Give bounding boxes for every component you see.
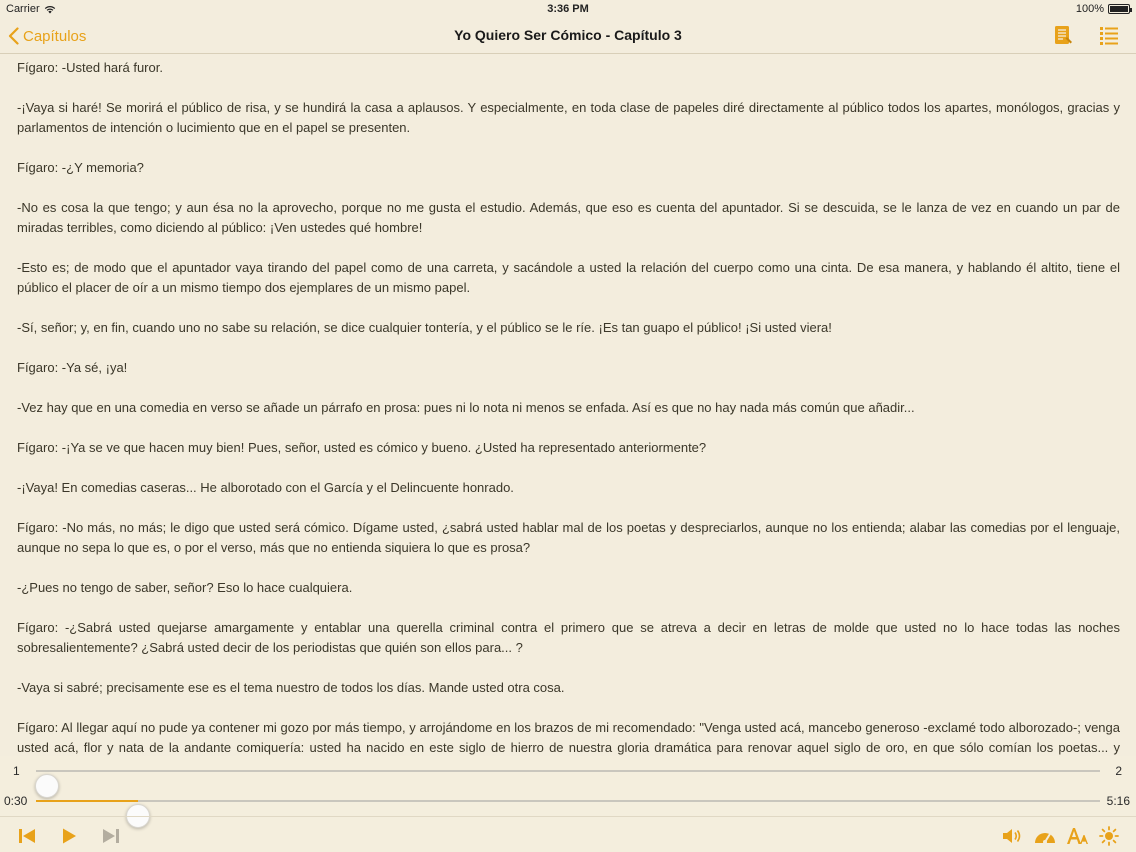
back-button[interactable]: Capítulos bbox=[8, 24, 86, 48]
page-current: 1 bbox=[13, 764, 20, 778]
skip-forward-icon bbox=[103, 829, 119, 843]
paragraph: Fígaro: -¿Y memoria? bbox=[17, 160, 144, 175]
carrier-label: Carrier bbox=[6, 3, 40, 15]
skip-back-icon bbox=[19, 829, 35, 843]
audio-progress-fill bbox=[36, 800, 139, 802]
battery-icon bbox=[1108, 4, 1132, 14]
paragraph: Fígaro: Al llegar aquí no pude ya conten… bbox=[17, 720, 1120, 755]
page-title: Yo Quiero Ser Cómico - Capítulo 3 bbox=[454, 27, 682, 43]
volume-button[interactable] bbox=[1002, 825, 1024, 847]
page-total: 2 bbox=[1115, 764, 1122, 778]
playback-buttons bbox=[16, 825, 122, 847]
back-button-label: Capítulos bbox=[23, 27, 87, 45]
nav-bar: Capítulos Yo Quiero Ser Cómico - Capítul… bbox=[0, 18, 1136, 54]
status-right: 100% bbox=[930, 3, 1132, 15]
wifi-icon bbox=[44, 5, 55, 13]
nav-actions bbox=[1052, 24, 1120, 46]
paragraph: -¿Pues no tengo de saber, señor? Eso lo … bbox=[17, 580, 353, 595]
font-size-button[interactable] bbox=[1066, 825, 1088, 847]
time-total: 5:16 bbox=[1106, 794, 1130, 808]
paragraph: Fígaro: -Usted hará furor. bbox=[17, 60, 163, 75]
brightness-icon bbox=[1099, 826, 1119, 846]
time-elapsed: 0:30 bbox=[4, 794, 28, 808]
skip-back-button[interactable] bbox=[16, 825, 38, 847]
notes-icon[interactable] bbox=[1052, 24, 1074, 46]
paragraph: -¡Vaya si haré! Se morirá el público de … bbox=[17, 100, 1120, 135]
paragraph: Fígaro: -¿Sabrá usted quejarse amargamen… bbox=[17, 620, 1120, 655]
font-size-icon bbox=[1067, 828, 1088, 844]
play-icon bbox=[63, 828, 76, 844]
paragraph: -¡Vaya! En comedias caseras... He alboro… bbox=[17, 480, 514, 495]
chevron-left-icon bbox=[8, 27, 19, 45]
paragraph: -No es cosa la que tengo; y aun ésa no l… bbox=[17, 200, 1120, 235]
skip-forward-button[interactable] bbox=[100, 825, 122, 847]
paragraph: -Esto es; de modo que el apuntador vaya … bbox=[17, 260, 1120, 295]
paragraph: Fígaro: -No más, no más; le digo que ust… bbox=[17, 520, 1120, 555]
bottom-toolbar bbox=[0, 816, 1136, 852]
audio-slider-track[interactable] bbox=[36, 800, 1100, 828]
speed-button[interactable] bbox=[1034, 825, 1056, 847]
play-button[interactable] bbox=[58, 825, 80, 847]
brightness-button[interactable] bbox=[1098, 825, 1120, 847]
volume-icon bbox=[1003, 829, 1021, 843]
paragraph: Fígaro: -¡Ya se ve que hacen muy bien! P… bbox=[17, 440, 707, 455]
page-slider-track[interactable] bbox=[34, 770, 1100, 798]
paragraph: -Sí, señor; y, en fin, cuando uno no sab… bbox=[17, 320, 832, 335]
speed-gauge-icon bbox=[1035, 833, 1055, 844]
paragraph: -Vez hay que en una comedia en verso se … bbox=[17, 400, 915, 415]
reader-text[interactable]: Fígaro: -Usted hará furor. -¡Vaya si har… bbox=[17, 58, 1120, 758]
paragraph: -Vaya si sabré; precisamente ese es el t… bbox=[17, 680, 565, 695]
audio-slider-row: 0:30 5:16 bbox=[0, 786, 1136, 828]
status-left: Carrier bbox=[6, 3, 206, 15]
battery-fill bbox=[1110, 6, 1128, 12]
status-bar: Carrier 3:36 PM 100% bbox=[0, 0, 1136, 18]
battery-percent: 100% bbox=[1075, 3, 1104, 15]
chapter-list-icon[interactable] bbox=[1098, 24, 1120, 46]
paragraph: Fígaro: -Ya sé, ¡ya! bbox=[17, 360, 128, 375]
player-controls: 1 2 0:30 5:16 bbox=[0, 756, 1136, 852]
status-time: 3:36 PM bbox=[547, 3, 589, 15]
page-slider-row: 1 2 bbox=[0, 756, 1136, 798]
reader-settings-buttons bbox=[1002, 825, 1120, 847]
